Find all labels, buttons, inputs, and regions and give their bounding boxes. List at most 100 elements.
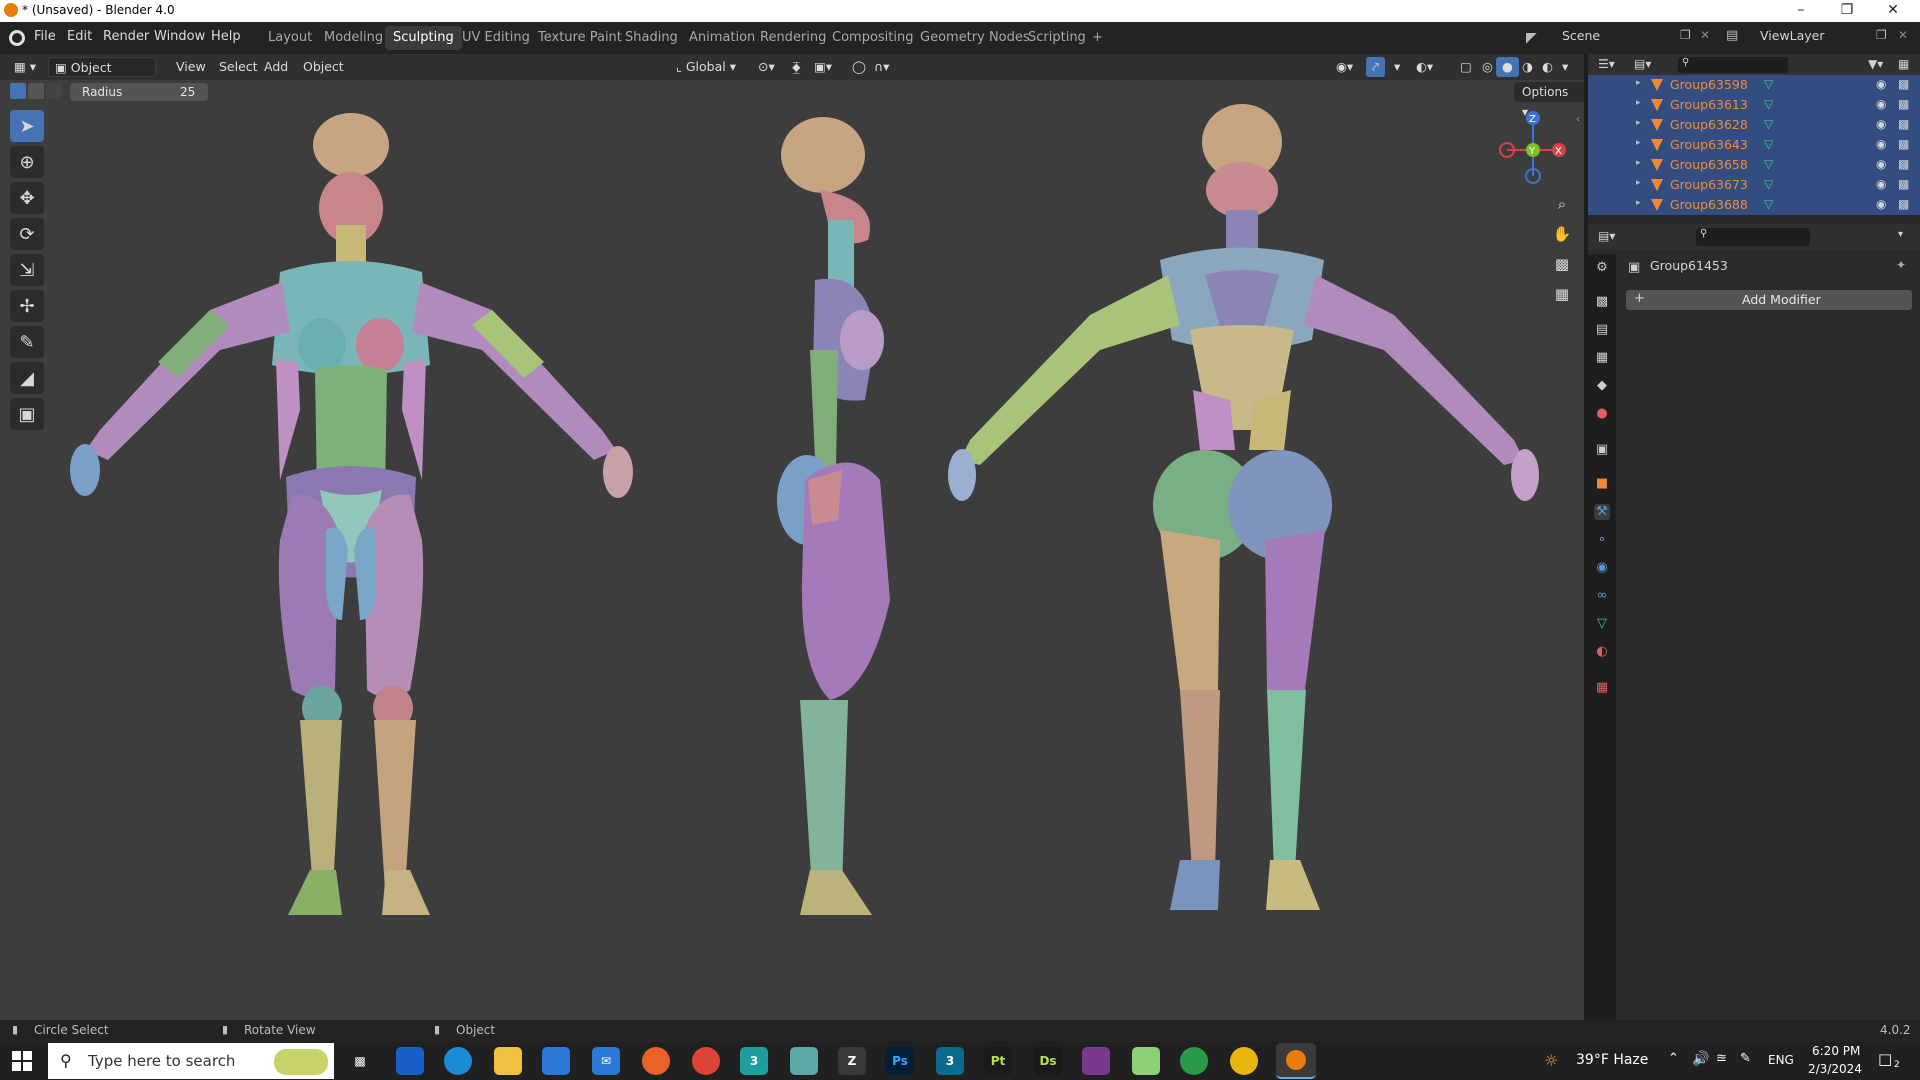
visibility-eye-icon[interactable]: ◉ — [1876, 97, 1886, 111]
snap-toggle-icon[interactable]: ⧱ — [786, 57, 807, 77]
visibility-eye-icon[interactable]: ◉ — [1876, 77, 1886, 91]
visibility-eye-icon[interactable]: ◉ — [1876, 157, 1886, 171]
app-icon-yellow-globe[interactable] — [1230, 1047, 1258, 1075]
gizmo-dropdown-icon[interactable]: ▾ — [1388, 57, 1406, 77]
pan-hand-icon[interactable]: ✋ — [1548, 220, 1576, 248]
menu-help[interactable]: Help — [211, 29, 241, 44]
shading-options-icon[interactable]: ▾ — [1556, 57, 1574, 77]
side-figure[interactable] — [777, 117, 890, 915]
tab-sculpting[interactable]: Sculpting — [385, 26, 462, 50]
windows-start-icon[interactable] — [12, 1051, 32, 1071]
expand-arrow-icon[interactable]: ▸ — [1636, 98, 1641, 108]
photoshop-icon[interactable]: Ps — [886, 1047, 914, 1075]
outliner-row[interactable]: ▸ Group63613 ▽ ◉ ▩ — [1588, 95, 1920, 115]
world-tab-icon[interactable]: ● — [1594, 406, 1610, 422]
output-tab-icon[interactable]: ▤ — [1594, 322, 1610, 338]
new-scene-icon[interactable]: ❐ — [1680, 28, 1691, 42]
scene-selector-icon[interactable]: ◤ — [1526, 30, 1537, 46]
ms-store-icon[interactable] — [542, 1047, 570, 1075]
tab-modeling[interactable]: Modeling — [316, 26, 391, 50]
perspective-toggle-icon[interactable]: ▦ — [1548, 280, 1576, 308]
render-camera-icon[interactable]: ▩ — [1898, 97, 1909, 111]
pin-icon[interactable]: ✦ — [1896, 258, 1906, 272]
render-camera-icon[interactable]: ▩ — [1898, 137, 1909, 151]
view-layer-tab-icon[interactable]: ▦ — [1594, 350, 1610, 366]
3dsmax-icon[interactable]: 3 — [936, 1047, 964, 1075]
blender-menu-icon[interactable] — [9, 30, 25, 46]
notepad-icon[interactable] — [790, 1047, 818, 1075]
properties-options-icon[interactable]: ▾ — [1898, 229, 1903, 240]
xray-toggle-icon[interactable]: ▢ — [1454, 57, 1478, 77]
front-figure[interactable] — [70, 113, 633, 915]
tab-rendering[interactable]: Rendering — [752, 26, 834, 50]
add-modifier-button[interactable]: + Add Modifier — [1626, 290, 1912, 310]
transform-orientation-dropdown[interactable]: ⌞ Global ▾ — [670, 57, 742, 77]
firefox-icon[interactable] — [642, 1047, 670, 1075]
visibility-selectability-icon[interactable]: ◉▾ — [1330, 57, 1359, 77]
data-tab-icon[interactable]: ▽ — [1594, 616, 1610, 632]
overlay-toggle-icon[interactable]: ◐▾ — [1410, 57, 1439, 77]
menu-file[interactable]: File — [34, 29, 56, 44]
tab-geometry-nodes[interactable]: Geometry Nodes — [912, 26, 1038, 50]
collection-tab-icon[interactable]: ▣ — [1594, 442, 1610, 458]
render-camera-icon[interactable]: ▩ — [1898, 157, 1909, 171]
notification-icon[interactable]: □ — [1878, 1050, 1892, 1068]
wifi-icon[interactable]: ≊ — [1716, 1051, 1727, 1066]
viewlayer-selector-icon[interactable]: ▤ — [1726, 28, 1738, 43]
edge-browser-icon[interactable] — [444, 1047, 472, 1075]
outliner-row[interactable]: ▸ Group63643 ▽ ◉ ▩ — [1588, 135, 1920, 155]
close-button[interactable]: ✕ — [1870, 0, 1916, 22]
properties-editor-type-icon[interactable]: ▤▾ — [1598, 229, 1615, 243]
zbrush-icon[interactable]: Z — [838, 1047, 866, 1075]
app-icon-blue-ribbon[interactable] — [396, 1047, 424, 1075]
add-workspace-button[interactable]: + — [1084, 26, 1111, 50]
mode-dropdown[interactable]: ▣ Object Mode ▾ — [48, 57, 156, 95]
menu-select[interactable]: Select — [213, 57, 264, 77]
expand-arrow-icon[interactable]: ▸ — [1636, 178, 1641, 188]
delete-scene-icon[interactable]: ✕ — [1700, 28, 1710, 42]
render-tab-icon[interactable]: ▩ — [1594, 294, 1610, 310]
tab-animation[interactable]: Animation — [681, 26, 763, 50]
3d-viewport[interactable]: Radius 25 Options ▾ ➤ ⊕ ✥ ⟳ ⇲ ✢ ✎ ◢ ▣ Z … — [0, 80, 1584, 1020]
visibility-eye-icon[interactable]: ◉ — [1876, 117, 1886, 131]
app-icon-teal[interactable]: 3 — [740, 1047, 768, 1075]
render-camera-icon[interactable]: ▩ — [1898, 77, 1909, 91]
constraints-tab-icon[interactable]: ∞ — [1594, 588, 1610, 604]
tab-texture-paint[interactable]: Texture Paint — [530, 26, 630, 50]
app-icon-green-swirl[interactable] — [1180, 1047, 1208, 1075]
substance-painter-icon[interactable]: Pt — [984, 1047, 1012, 1075]
expand-arrow-icon[interactable]: ▸ — [1636, 118, 1641, 128]
collapse-sidebar-icon[interactable]: ‹ — [1576, 114, 1580, 125]
menu-render[interactable]: Render — [103, 29, 149, 44]
task-view-icon[interactable]: ▩ — [346, 1047, 374, 1075]
particles-tab-icon[interactable]: ∘ — [1594, 532, 1610, 548]
language-label[interactable]: ENG — [1768, 1053, 1794, 1067]
restore-button[interactable]: ❐ — [1824, 0, 1870, 22]
display-mode-icon[interactable]: ▤▾ — [1634, 57, 1651, 71]
select-mode-set-icon[interactable] — [10, 83, 26, 99]
tab-layout[interactable]: Layout — [260, 26, 320, 50]
material-tab-icon[interactable]: ◐ — [1594, 644, 1610, 660]
editor-type-icon[interactable]: ▦ ▾ — [8, 57, 42, 77]
properties-search-field[interactable]: ⚲ — [1696, 228, 1810, 246]
tray-overflow-icon[interactable]: ⌃ — [1668, 1051, 1679, 1066]
menu-add[interactable]: Add — [258, 57, 294, 77]
menu-window[interactable]: Window — [154, 29, 205, 44]
expand-arrow-icon[interactable]: ▸ — [1636, 158, 1641, 168]
options-dropdown[interactable]: Options ▾ — [1514, 82, 1584, 119]
minimize-button[interactable]: – — [1778, 0, 1824, 22]
object-tab-icon[interactable]: ■ — [1594, 476, 1610, 492]
tab-shading[interactable]: Shading — [617, 26, 686, 50]
gizmo-toggle-icon[interactable]: ⤤ — [1366, 57, 1386, 77]
filter-icon[interactable]: ▼▾ — [1868, 57, 1883, 71]
outliner-row[interactable]: ▸ Group63628 ▽ ◉ ▩ — [1588, 115, 1920, 135]
chrome-icon[interactable] — [692, 1047, 720, 1075]
scene-tab-icon[interactable]: ◆ — [1594, 378, 1610, 394]
proportional-falloff-icon[interactable]: ∩▾ — [868, 57, 895, 77]
camera-view-icon[interactable]: ▩ — [1548, 250, 1576, 278]
pen-icon[interactable]: ✎ — [1740, 1051, 1751, 1066]
select-mode-subtract-icon[interactable] — [46, 83, 62, 99]
maps-icon[interactable] — [1132, 1047, 1160, 1075]
render-camera-icon[interactable]: ▩ — [1898, 177, 1909, 191]
volume-icon[interactable]: 🔊 — [1692, 1051, 1709, 1067]
